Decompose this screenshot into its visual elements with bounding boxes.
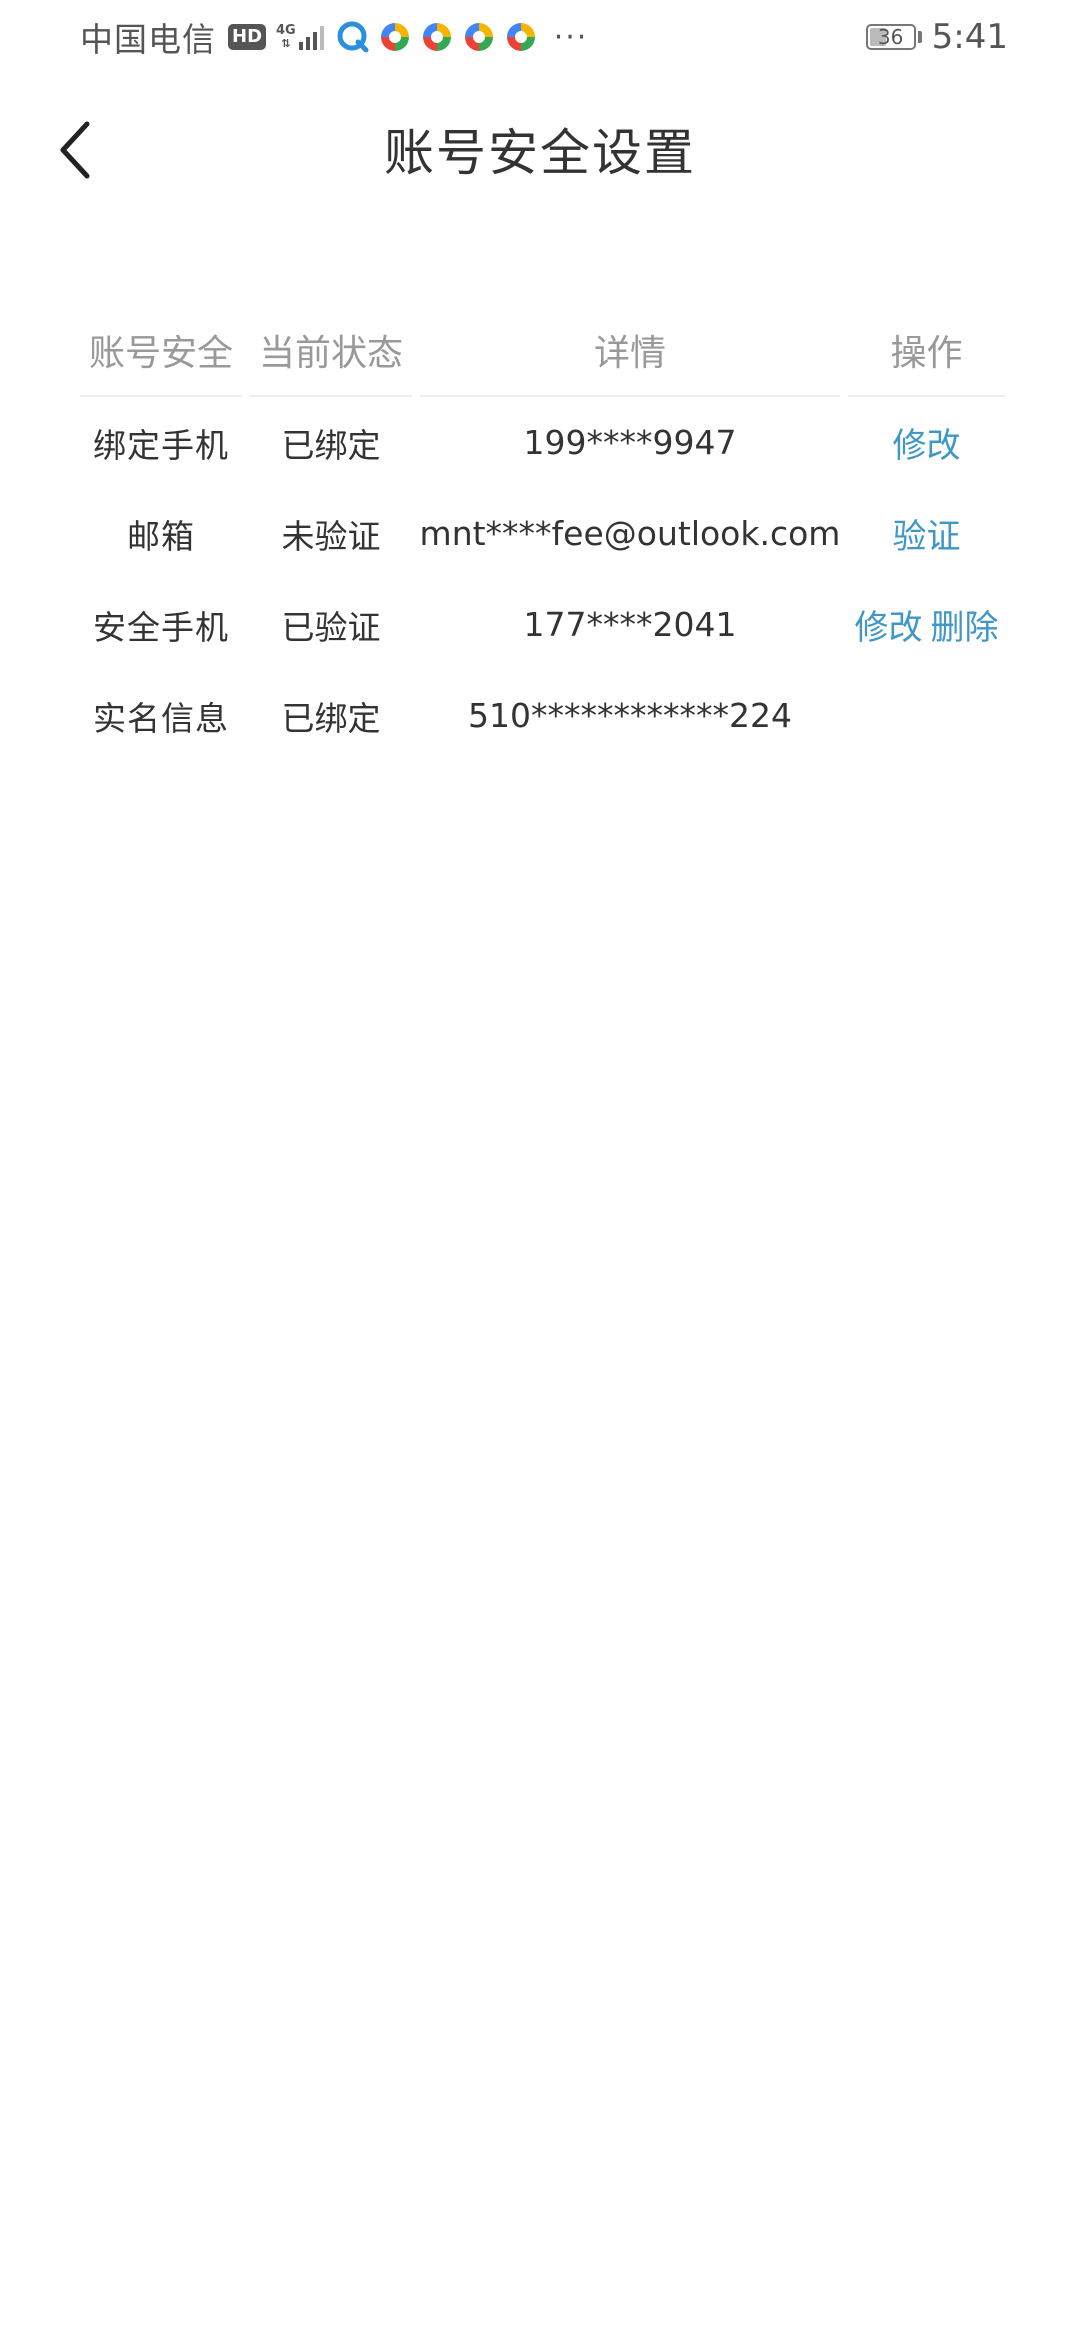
modify-security-phone-link[interactable]: 修改 — [855, 600, 923, 649]
row-detail: 199****9947 — [523, 423, 737, 462]
table-row-real-name: 实名信息 已绑定 510************224 — [80, 670, 1005, 761]
row-item-label: 实名信息 — [93, 698, 229, 738]
swirl-app-icon — [504, 20, 538, 54]
column-header-action: 操作 — [848, 305, 1005, 397]
modify-bound-phone-link[interactable]: 修改 — [893, 418, 961, 467]
table-row-email: 邮箱 未验证 mnt****fee@outlook.com 验证 — [80, 488, 1005, 579]
row-detail: 510************224 — [468, 696, 792, 735]
hd-badge: HD — [228, 24, 267, 50]
verify-email-link[interactable]: 验证 — [893, 509, 961, 558]
table-row-security-phone: 安全手机 已验证 177****2041 修改 删除 — [80, 579, 1005, 670]
page-title: 账号安全设置 — [384, 124, 696, 182]
browser-app-icon — [336, 20, 370, 54]
delete-security-phone-link[interactable]: 删除 — [931, 600, 999, 649]
swirl-app-icon — [420, 20, 454, 54]
account-security-table: 账号安全 当前状态 详情 操作 绑定手机 已绑定 199****9947 修改 … — [80, 305, 1005, 761]
status-bar-right: 36 5:41 — [865, 14, 1008, 60]
column-header-detail: 详情 — [420, 305, 840, 397]
carrier-name: 中国电信 — [80, 20, 216, 59]
row-item-label: 邮箱 — [127, 516, 195, 556]
table-header-row: 账号安全 当前状态 详情 操作 — [80, 305, 1005, 397]
row-detail: mnt****fee@outlook.com — [419, 514, 841, 553]
row-actions: 验证 — [848, 509, 1005, 558]
row-actions: 修改 — [848, 418, 1005, 467]
network-indicator: 4G ⇅ — [276, 24, 328, 50]
swirl-app-icon — [378, 20, 412, 54]
page-header: 账号安全设置 — [0, 75, 1080, 225]
battery-tip — [917, 31, 922, 43]
row-item-label: 绑定手机 — [93, 425, 229, 465]
battery-level: 36 — [877, 25, 904, 49]
row-actions: 修改 删除 — [848, 600, 1005, 649]
table-row-bound-phone: 绑定手机 已绑定 199****9947 修改 — [80, 397, 1005, 488]
signal-icon — [298, 26, 324, 50]
status-bar: 中国电信 HD 4G ⇅ ··· 36 5:41 — [0, 0, 1080, 75]
network-type-label: 4G ⇅ — [276, 23, 296, 50]
row-detail: 177****2041 — [523, 605, 737, 644]
row-status: 已验证 — [281, 607, 381, 647]
column-header-status: 当前状态 — [250, 305, 412, 397]
swirl-app-icon — [462, 20, 496, 54]
column-header-item: 账号安全 — [80, 305, 242, 397]
row-status: 已绑定 — [281, 425, 381, 465]
more-notifications-icon: ··· — [553, 19, 589, 55]
row-status: 已绑定 — [281, 698, 381, 738]
status-time: 5:41 — [931, 17, 1008, 57]
row-status: 未验证 — [281, 516, 381, 556]
row-item-label: 安全手机 — [93, 607, 229, 647]
battery-icon: 36 — [865, 24, 916, 50]
status-bar-left: 中国电信 HD 4G ⇅ ··· — [80, 14, 588, 60]
